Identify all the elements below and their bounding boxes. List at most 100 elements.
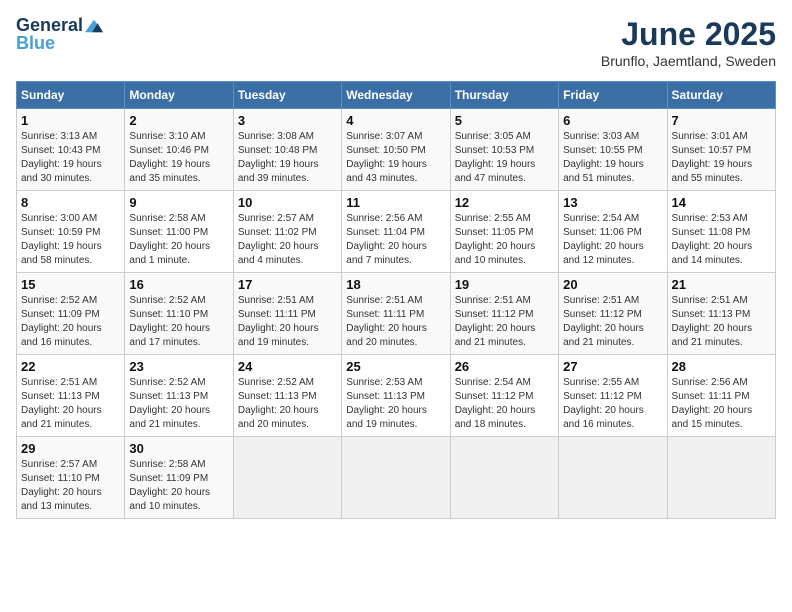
calendar-cell <box>450 437 558 519</box>
header-friday: Friday <box>559 82 667 109</box>
calendar-cell: 19 Sunrise: 2:51 AMSunset: 11:12 PMDayli… <box>450 273 558 355</box>
calendar-cell: 1 Sunrise: 3:13 AMSunset: 10:43 PMDaylig… <box>17 109 125 191</box>
calendar-header-row: SundayMondayTuesdayWednesdayThursdayFrid… <box>17 82 776 109</box>
day-number: 24 <box>238 359 337 374</box>
calendar-cell: 18 Sunrise: 2:51 AMSunset: 11:11 PMDayli… <box>342 273 450 355</box>
day-number: 27 <box>563 359 662 374</box>
calendar-table: SundayMondayTuesdayWednesdayThursdayFrid… <box>16 81 776 519</box>
day-detail: Sunrise: 2:56 AMSunset: 11:04 PMDaylight… <box>346 213 427 266</box>
day-detail: Sunrise: 2:52 AMSunset: 11:13 PMDaylight… <box>238 377 319 430</box>
day-number: 22 <box>21 359 120 374</box>
calendar-cell: 5 Sunrise: 3:05 AMSunset: 10:53 PMDaylig… <box>450 109 558 191</box>
day-number: 4 <box>346 113 445 128</box>
day-detail: Sunrise: 2:53 AMSunset: 11:13 PMDaylight… <box>346 377 427 430</box>
day-number: 9 <box>129 195 228 210</box>
day-detail: Sunrise: 2:51 AMSunset: 11:11 PMDaylight… <box>346 295 427 348</box>
calendar-cell: 3 Sunrise: 3:08 AMSunset: 10:48 PMDaylig… <box>233 109 341 191</box>
header-saturday: Saturday <box>667 82 775 109</box>
week-row-4: 22 Sunrise: 2:51 AMSunset: 11:13 PMDayli… <box>17 355 776 437</box>
day-number: 1 <box>21 113 120 128</box>
day-number: 17 <box>238 277 337 292</box>
calendar-cell: 26 Sunrise: 2:54 AMSunset: 11:12 PMDayli… <box>450 355 558 437</box>
day-number: 15 <box>21 277 120 292</box>
calendar-cell: 4 Sunrise: 3:07 AMSunset: 10:50 PMDaylig… <box>342 109 450 191</box>
calendar-cell <box>667 437 775 519</box>
day-number: 6 <box>563 113 662 128</box>
day-detail: Sunrise: 2:51 AMSunset: 11:12 PMDaylight… <box>563 295 644 348</box>
week-row-1: 1 Sunrise: 3:13 AMSunset: 10:43 PMDaylig… <box>17 109 776 191</box>
day-detail: Sunrise: 2:51 AMSunset: 11:13 PMDaylight… <box>672 295 753 348</box>
day-detail: Sunrise: 3:08 AMSunset: 10:48 PMDaylight… <box>238 131 319 184</box>
day-number: 3 <box>238 113 337 128</box>
header-sunday: Sunday <box>17 82 125 109</box>
header-tuesday: Tuesday <box>233 82 341 109</box>
day-detail: Sunrise: 2:51 AMSunset: 11:13 PMDaylight… <box>21 377 102 430</box>
header-monday: Monday <box>125 82 233 109</box>
day-number: 18 <box>346 277 445 292</box>
day-detail: Sunrise: 2:52 AMSunset: 11:10 PMDaylight… <box>129 295 210 348</box>
day-detail: Sunrise: 2:55 AMSunset: 11:12 PMDaylight… <box>563 377 644 430</box>
week-row-2: 8 Sunrise: 3:00 AMSunset: 10:59 PMDaylig… <box>17 191 776 273</box>
calendar-cell: 25 Sunrise: 2:53 AMSunset: 11:13 PMDayli… <box>342 355 450 437</box>
day-detail: Sunrise: 2:54 AMSunset: 11:12 PMDaylight… <box>455 377 536 430</box>
day-number: 11 <box>346 195 445 210</box>
calendar-cell: 15 Sunrise: 2:52 AMSunset: 11:09 PMDayli… <box>17 273 125 355</box>
week-row-3: 15 Sunrise: 2:52 AMSunset: 11:09 PMDayli… <box>17 273 776 355</box>
calendar-cell: 14 Sunrise: 2:53 AMSunset: 11:08 PMDayli… <box>667 191 775 273</box>
calendar-cell: 9 Sunrise: 2:58 AMSunset: 11:00 PMDaylig… <box>125 191 233 273</box>
logo: General Blue <box>16 16 103 54</box>
day-detail: Sunrise: 3:01 AMSunset: 10:57 PMDaylight… <box>672 131 753 184</box>
day-number: 12 <box>455 195 554 210</box>
day-detail: Sunrise: 2:56 AMSunset: 11:11 PMDaylight… <box>672 377 753 430</box>
day-detail: Sunrise: 2:57 AMSunset: 11:02 PMDaylight… <box>238 213 319 266</box>
header-thursday: Thursday <box>450 82 558 109</box>
day-number: 25 <box>346 359 445 374</box>
calendar-cell: 30 Sunrise: 2:58 AMSunset: 11:09 PMDayli… <box>125 437 233 519</box>
calendar-cell: 22 Sunrise: 2:51 AMSunset: 11:13 PMDayli… <box>17 355 125 437</box>
location: Brunflo, Jaemtland, Sweden <box>601 53 776 69</box>
calendar-cell: 23 Sunrise: 2:52 AMSunset: 11:13 PMDayli… <box>125 355 233 437</box>
calendar-cell: 17 Sunrise: 2:51 AMSunset: 11:11 PMDayli… <box>233 273 341 355</box>
day-detail: Sunrise: 3:07 AMSunset: 10:50 PMDaylight… <box>346 131 427 184</box>
calendar-cell: 12 Sunrise: 2:55 AMSunset: 11:05 PMDayli… <box>450 191 558 273</box>
calendar-cell: 2 Sunrise: 3:10 AMSunset: 10:46 PMDaylig… <box>125 109 233 191</box>
day-number: 10 <box>238 195 337 210</box>
day-detail: Sunrise: 2:51 AMSunset: 11:11 PMDaylight… <box>238 295 319 348</box>
calendar-cell: 6 Sunrise: 3:03 AMSunset: 10:55 PMDaylig… <box>559 109 667 191</box>
day-detail: Sunrise: 3:03 AMSunset: 10:55 PMDaylight… <box>563 131 644 184</box>
calendar-cell: 16 Sunrise: 2:52 AMSunset: 11:10 PMDayli… <box>125 273 233 355</box>
calendar-cell: 10 Sunrise: 2:57 AMSunset: 11:02 PMDayli… <box>233 191 341 273</box>
day-detail: Sunrise: 2:53 AMSunset: 11:08 PMDaylight… <box>672 213 753 266</box>
calendar-cell: 8 Sunrise: 3:00 AMSunset: 10:59 PMDaylig… <box>17 191 125 273</box>
title-block: June 2025 Brunflo, Jaemtland, Sweden <box>601 16 776 69</box>
day-detail: Sunrise: 2:58 AMSunset: 11:00 PMDaylight… <box>129 213 210 266</box>
calendar-cell: 27 Sunrise: 2:55 AMSunset: 11:12 PMDayli… <box>559 355 667 437</box>
day-detail: Sunrise: 2:57 AMSunset: 11:10 PMDaylight… <box>21 459 102 512</box>
day-number: 7 <box>672 113 771 128</box>
day-number: 14 <box>672 195 771 210</box>
day-number: 28 <box>672 359 771 374</box>
day-detail: Sunrise: 2:52 AMSunset: 11:13 PMDaylight… <box>129 377 210 430</box>
day-number: 16 <box>129 277 228 292</box>
day-number: 23 <box>129 359 228 374</box>
calendar-cell: 7 Sunrise: 3:01 AMSunset: 10:57 PMDaylig… <box>667 109 775 191</box>
day-detail: Sunrise: 3:00 AMSunset: 10:59 PMDaylight… <box>21 213 102 266</box>
day-number: 13 <box>563 195 662 210</box>
calendar-cell: 13 Sunrise: 2:54 AMSunset: 11:06 PMDayli… <box>559 191 667 273</box>
day-detail: Sunrise: 3:05 AMSunset: 10:53 PMDaylight… <box>455 131 536 184</box>
day-number: 26 <box>455 359 554 374</box>
calendar-cell: 28 Sunrise: 2:56 AMSunset: 11:11 PMDayli… <box>667 355 775 437</box>
calendar-cell <box>233 437 341 519</box>
day-detail: Sunrise: 2:52 AMSunset: 11:09 PMDaylight… <box>21 295 102 348</box>
day-number: 21 <box>672 277 771 292</box>
calendar-cell <box>559 437 667 519</box>
day-number: 30 <box>129 441 228 456</box>
calendar-cell: 11 Sunrise: 2:56 AMSunset: 11:04 PMDayli… <box>342 191 450 273</box>
day-detail: Sunrise: 3:10 AMSunset: 10:46 PMDaylight… <box>129 131 210 184</box>
day-detail: Sunrise: 2:54 AMSunset: 11:06 PMDaylight… <box>563 213 644 266</box>
logo-icon <box>85 19 103 33</box>
day-number: 29 <box>21 441 120 456</box>
day-number: 8 <box>21 195 120 210</box>
calendar-cell: 24 Sunrise: 2:52 AMSunset: 11:13 PMDayli… <box>233 355 341 437</box>
day-number: 19 <box>455 277 554 292</box>
